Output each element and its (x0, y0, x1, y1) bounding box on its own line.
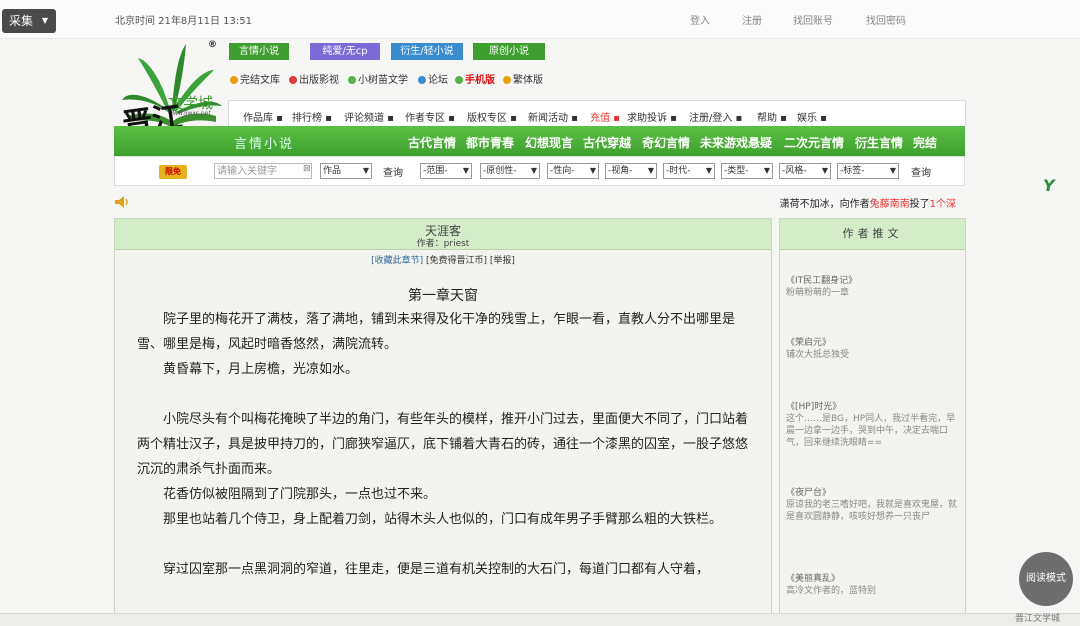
subcat-dot-icon (418, 76, 426, 84)
subcat-dot-icon (289, 76, 297, 84)
category-green-bar: 言情小说 古代言情 都市青春 幻想现言 古代穿越 奇幻言情 未来游戏悬疑 二次元… (114, 126, 965, 156)
book-author[interactable]: 作者：priest (115, 236, 771, 249)
filter-type-select[interactable]: -类型- ▼ (721, 163, 773, 179)
genre-link[interactable]: 完结 (913, 134, 937, 151)
subcat-label: 出版影视 (299, 75, 339, 86)
nav-item[interactable]: 作品库 ▪ (243, 109, 283, 124)
chapter-content: 天涯客 作者：priest [收藏此章节] [免费得晋江币] [举报] 第一章天… (114, 218, 772, 625)
nav-item[interactable]: 注册/登入 ▪ (689, 109, 742, 124)
subcat-label: 论坛 (428, 75, 448, 86)
nav-item[interactable]: 评论频道 ▪ (344, 109, 394, 124)
recover-account-link[interactable]: 找回账号 (793, 12, 833, 27)
recommend-item[interactable]: 《IT民工翻身记》 粉萌粉萌的一章 (786, 275, 958, 299)
subcat-traditional[interactable]: 繁体版 (503, 71, 543, 86)
register-link[interactable]: 注册 (742, 12, 762, 27)
filter-perspective-select[interactable]: -视角- ▼ (605, 163, 657, 179)
gift-author-link[interactable]: 兔藤南南 (870, 199, 910, 210)
top-bar: 采集 ▼ 北京时间 21年8月11日 13:51 登入 注册 找回账号 找回密码 (0, 0, 1080, 39)
footer-text: 晋江文学城 (1014, 614, 1060, 624)
filter-tag-select[interactable]: -标签- ▼ (837, 163, 899, 179)
subcat-publishing[interactable]: 出版影视 (289, 71, 339, 86)
search-input[interactable]: 请输入关键字 (214, 163, 312, 179)
search-button[interactable]: 查询 (383, 164, 403, 179)
nav-item[interactable]: 版权专区 ▪ (467, 109, 517, 124)
chevron-down-icon: ▼ (41, 16, 48, 25)
paragraph: 小院尽头有个叫梅花掩映了半边的角门，有些年头的模样，推开小门过去，里面便大不同了… (137, 412, 749, 477)
filter-search-button[interactable]: 查询 (911, 164, 931, 179)
search-row: 限免 请输入关键字 ⊠ 作品 ▼ 查询 -范围- ▼ -原创性- ▼ -性向- ▼ -视… (114, 156, 965, 186)
genre-link[interactable]: 衍生言情 (855, 134, 903, 151)
collect-dropdown-button[interactable]: 采集 ▼ (2, 9, 56, 33)
category-derivative-button[interactable]: 衍生/轻小说 (391, 43, 463, 60)
content-header: 天涯客 作者：priest (115, 219, 771, 250)
subcat-label: 繁体版 (513, 75, 543, 86)
filter-range-select[interactable]: -范围- ▼ (420, 163, 472, 179)
nav-item[interactable]: 求助投诉 ▪ (627, 109, 677, 124)
speaker-icon[interactable] (114, 195, 130, 209)
filter-orientation-select[interactable]: -性向- ▼ (547, 163, 599, 179)
nav-item[interactable]: 作者专区 ▪ (405, 109, 455, 124)
subcat-sapling[interactable]: 小树苗文学 (348, 71, 408, 86)
subcat-dot-icon (455, 76, 463, 84)
gift-slogan: 潇荷不加冰，向作者兔藤南南投了1个深 (779, 199, 956, 210)
footer-bar (0, 613, 1080, 626)
subcat-completed[interactable]: 完结文库 (230, 71, 280, 86)
chapter-text: 院子里的梅花开了满枝，落了满地，铺到未来得及化干净的残雪上，乍眼一看，直教人分不… (137, 307, 749, 582)
recommend-item[interactable]: 《荣启元》 铺次大抵总独受 (786, 337, 958, 361)
subcat-dot-icon (503, 76, 511, 84)
recommend-item[interactable]: 《夜尸台》 原谅我的老三嗜好吧，我就是喜欢鬼屋，就是喜欢圆静静，咳咳好想养一只丧… (786, 487, 958, 523)
subcat-label: 小树苗文学 (358, 75, 408, 86)
genre-link[interactable]: 都市青春 (466, 134, 514, 151)
login-link[interactable]: 登入 (690, 12, 710, 27)
filter-era-select[interactable]: -时代- ▼ (663, 163, 715, 179)
paragraph: 那里也站着几个侍卫，身上配着刀剑，站得木头人也似的，门口有成年男子手臂那么粗的大… (163, 512, 723, 527)
recover-password-link[interactable]: 找回密码 (866, 12, 906, 27)
nav-item[interactable]: 新闻活动 ▪ (528, 109, 578, 124)
nav-item[interactable]: 帮助 ▪ (757, 109, 787, 124)
beijing-time: 北京时间 21年8月11日 13:51 (115, 16, 252, 27)
genre-link[interactable]: 幻想现言 (525, 134, 573, 151)
genre-link[interactable]: 二次元言情 (784, 134, 844, 151)
category-romance-button[interactable]: 言情小说 (229, 43, 289, 60)
genre-link[interactable]: 未来游戏悬疑 (700, 134, 772, 151)
genre-link[interactable]: 古代言情 (408, 134, 456, 151)
genre-link[interactable]: 古代穿越 (583, 134, 631, 151)
free-badge[interactable]: 限免 (159, 165, 187, 179)
category-bl-button[interactable]: 纯爱/无cp (310, 43, 380, 60)
recommend-item[interactable]: 《美丽真乱》 高冷文作者的，蓝特别 (786, 573, 958, 597)
filter-originality-select[interactable]: -原创性- ▼ (480, 163, 540, 179)
search-type-select[interactable]: 作品 ▼ (320, 163, 372, 179)
paragraph: 院子里的梅花开了满枝，落了满地，铺到未来得及化干净的残雪上，乍眼一看，直教人分不… (137, 312, 736, 352)
paragraph: 穿过囚室那一点黑洞洞的窄道，往里走，便是三道有机关控制的大石门，每道门口都有人守… (163, 562, 710, 577)
greenbar-title: 言情小说 (234, 137, 295, 152)
chapter-title: 第一章天窗 (408, 288, 478, 304)
reading-mode-button[interactable]: 阅读模式 (1019, 552, 1073, 606)
category-original-button[interactable]: 原创小说 (473, 43, 545, 60)
subcat-forum[interactable]: 论坛 (418, 71, 448, 86)
collect-label: 采集 (9, 14, 34, 28)
genre-link[interactable]: 奇幻言情 (642, 134, 690, 151)
nav-item[interactable]: 排行榜 ▪ (292, 109, 332, 124)
sidebar-title: 作者推文 (780, 219, 965, 250)
nav-item-recharge[interactable]: 充值 ▪ (590, 109, 620, 124)
other-actions[interactable]: [免费得晋江币] [举报] (423, 256, 515, 266)
collect-chapter-link[interactable]: [收藏此章节] (371, 256, 423, 266)
registered-mark: ® (208, 40, 217, 50)
author-recommend-sidebar: 作者推文 《IT民工翻身记》 粉萌粉萌的一章 《荣启元》 铺次大抵总独受 《[H… (779, 218, 966, 625)
nav-item[interactable]: 娱乐 ▪ (797, 109, 827, 124)
subcat-mobile[interactable]: 手机版 (455, 71, 495, 86)
y-logo-icon[interactable]: Y (1043, 176, 1055, 195)
main-nav-menu: 作品库 ▪ 排行榜 ▪ 评论频道 ▪ 作者专区 ▪ 版权专区 ▪ 新闻活动 ▪ … (228, 100, 966, 127)
subcat-label: 手机版 (465, 75, 495, 86)
paragraph: 黄昏幕下，月上房檐，光凉如水。 (163, 362, 359, 377)
subcat-label: 完结文库 (240, 75, 280, 86)
chapter-actions: [收藏此章节] [免费得晋江币] [举报] (115, 253, 771, 266)
subcat-dot-icon (230, 76, 238, 84)
clear-icon[interactable]: ⊠ (303, 164, 311, 174)
paragraph: 花香仿似被阻隔到了门院那头，一点也过不来。 (163, 487, 437, 502)
recommend-item[interactable]: 《[HP]时光》 这个……是BG，HP同人，我过半看完，早晨一边拿一边手，哭到中… (786, 401, 958, 449)
subcat-dot-icon (348, 76, 356, 84)
filter-style-select[interactable]: -风格- ▼ (779, 163, 831, 179)
